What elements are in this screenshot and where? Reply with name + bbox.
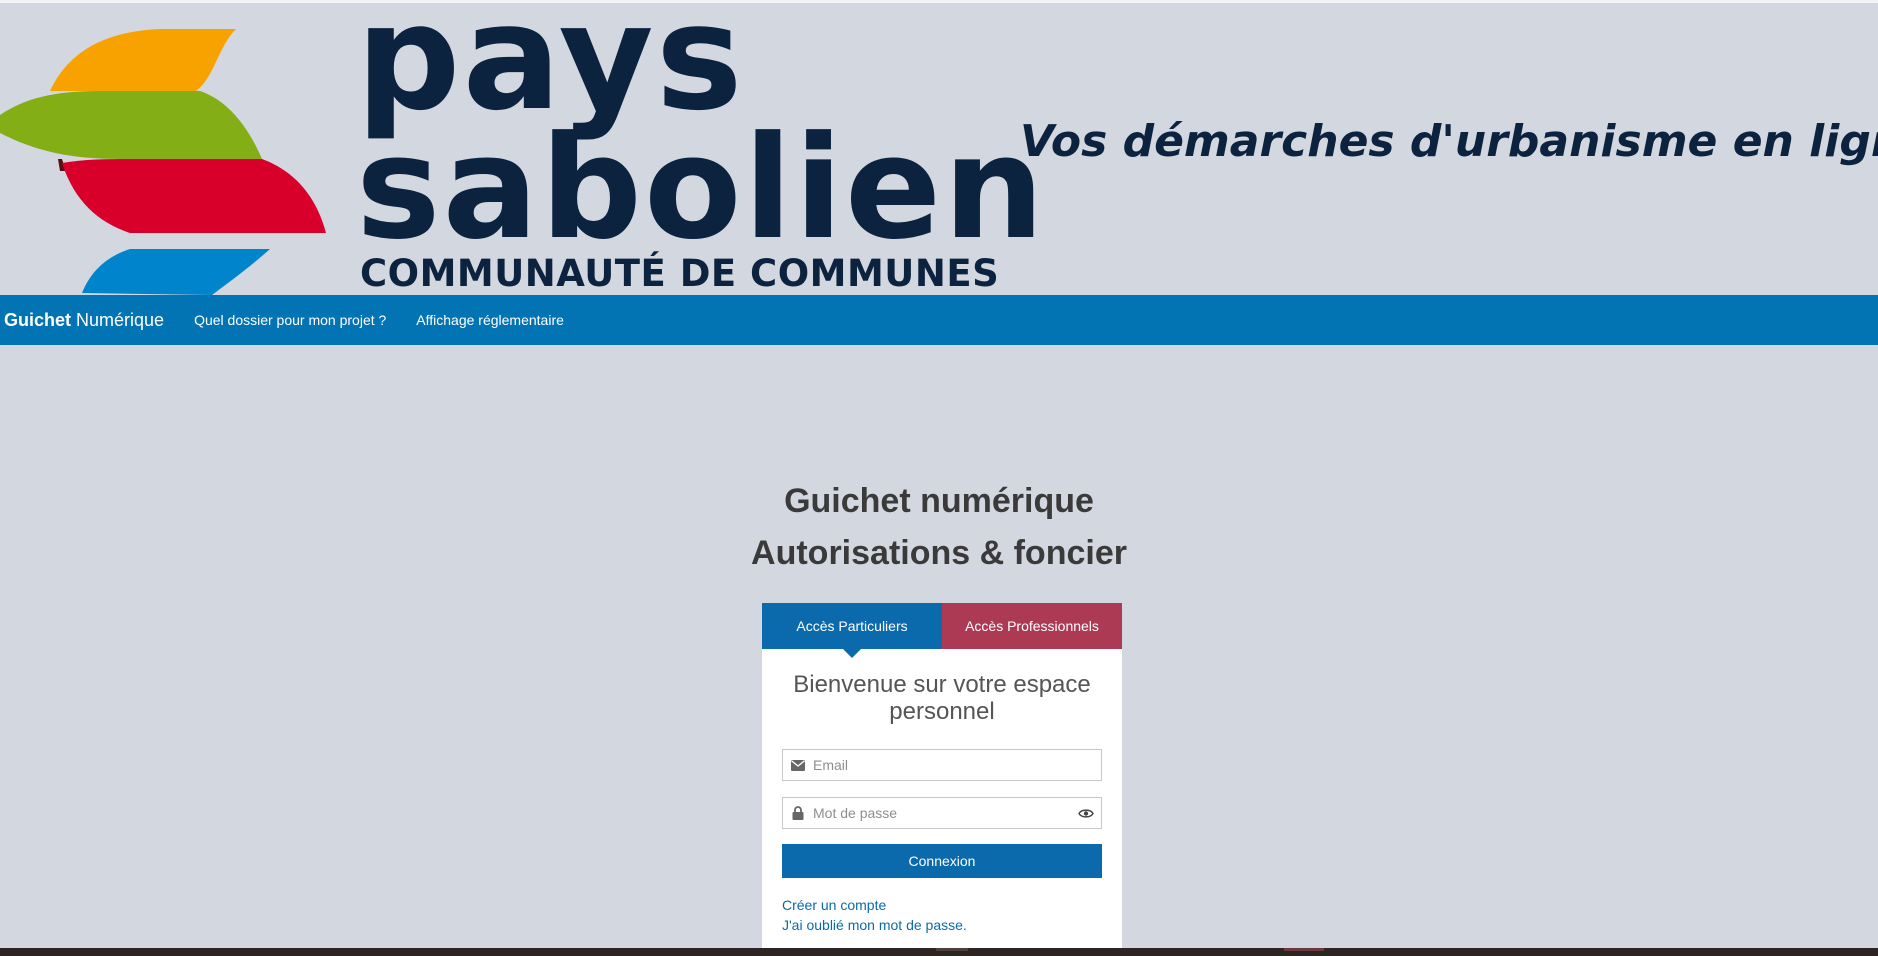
account-links: Créer un compte J'ai oublié mon mot de p… [782,895,1102,935]
welcome-message: Bienvenue sur votre espace personnel [793,671,1091,725]
logo-subtitle: COMMUNAUTÉ DE COMMUNES [360,252,1000,295]
taskbar-item [936,948,968,951]
logo-mark-icon [0,29,326,295]
tab-acces-particuliers[interactable]: Accès Particuliers [762,603,942,658]
create-account-link[interactable]: Créer un compte [782,895,1102,915]
header-banner: pays sabolien COMMUNAUTÉ DE COMMUNES Vos… [0,3,1878,295]
page-title: Guichet numérique [784,482,1094,520]
envelope-icon [783,759,813,771]
page-subtitle: Autorisations & foncier [751,534,1127,572]
brand-strong: Guichet [4,309,72,330]
eye-icon[interactable] [1071,808,1101,819]
top-navbar: Guichet Numérique Quel dossier pour mon … [0,295,1878,345]
taskbar-edge [0,948,1878,956]
email-input[interactable] [813,751,1101,779]
email-field [782,749,1102,781]
connexion-button[interactable]: Connexion [782,844,1102,878]
nav-link-quel-dossier[interactable]: Quel dossier pour mon projet ? [194,312,386,328]
logo-text-sabolien: sabolien [356,106,1047,271]
taskbar-item [1284,948,1324,951]
password-input[interactable] [813,799,1071,827]
brand-link[interactable]: Guichet Numérique [4,310,164,331]
login-card: Accès Particuliers Accès Professionnels … [762,603,1122,956]
password-field [782,797,1102,829]
lock-icon [783,806,813,820]
login-tabs: Accès Particuliers Accès Professionnels [762,603,1122,658]
forgot-password-link[interactable]: J'ai oublié mon mot de passe. [782,915,1102,935]
tab-acces-professionnels[interactable]: Accès Professionnels [942,603,1122,649]
nav-link-affichage[interactable]: Affichage réglementaire [416,312,564,328]
brand-rest: Numérique [76,309,165,330]
banner-tagline: Vos démarches d'urbanisme en ligne [1020,116,1878,167]
